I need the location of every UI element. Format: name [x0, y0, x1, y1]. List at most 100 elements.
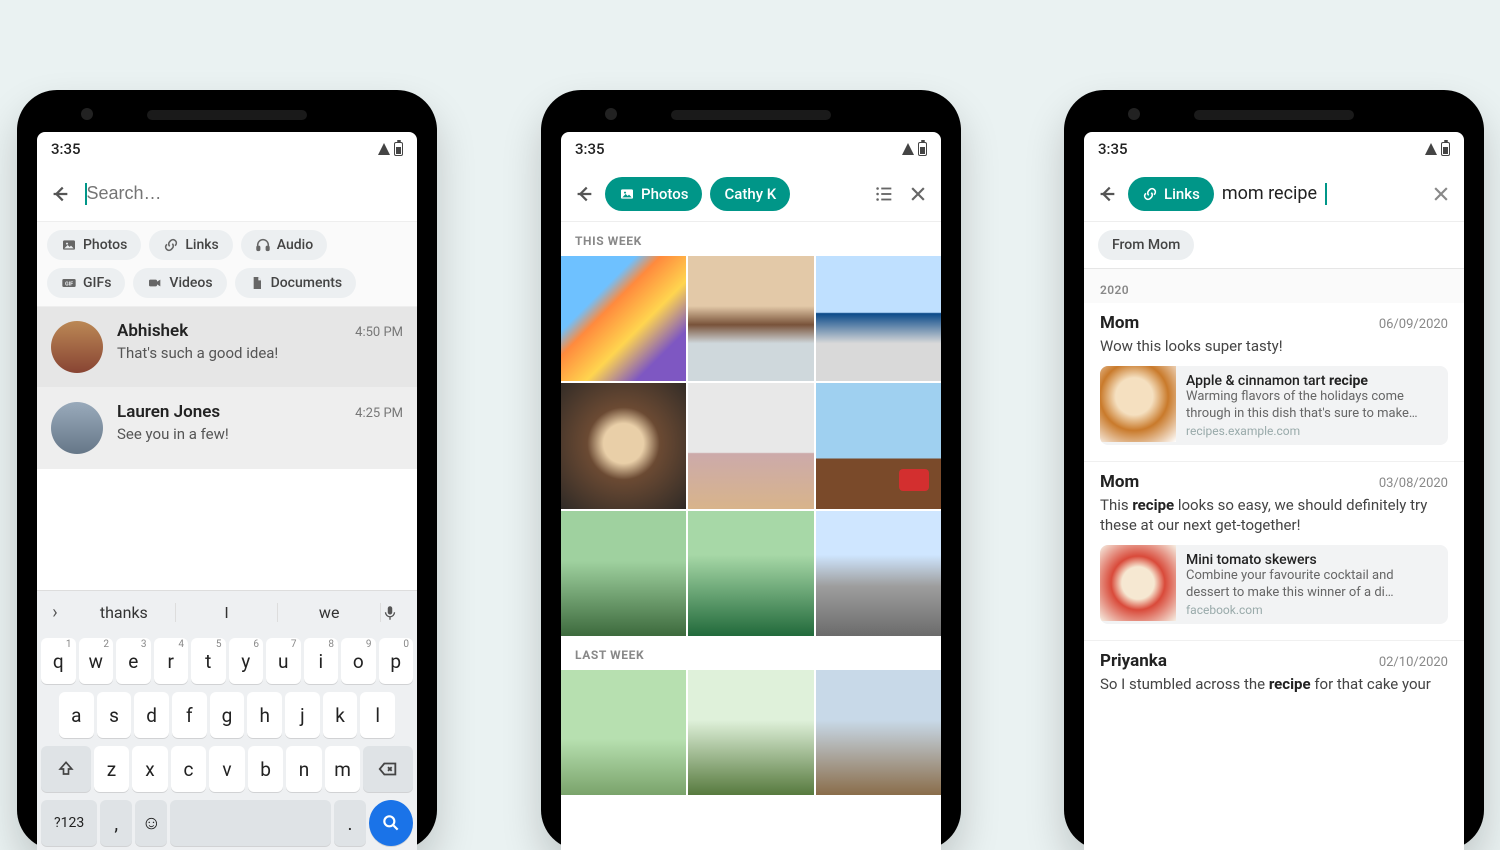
key-comma[interactable]: ,: [100, 800, 132, 846]
search-input[interactable]: [87, 183, 406, 204]
close-icon[interactable]: [905, 181, 931, 207]
key-y[interactable]: 6y: [229, 638, 264, 684]
key-m[interactable]: m: [325, 746, 361, 792]
key-search[interactable]: [369, 800, 413, 846]
battery-icon: [394, 142, 403, 156]
chat-preview: That's such a good idea!: [117, 344, 403, 362]
key-l[interactable]: l: [360, 692, 395, 738]
photo-thumbnail[interactable]: [561, 511, 686, 636]
photo-thumbnail[interactable]: [816, 670, 941, 795]
photo-thumbnail[interactable]: [688, 670, 813, 795]
key-s[interactable]: s: [97, 692, 132, 738]
key-o[interactable]: 9o: [341, 638, 376, 684]
mic-icon[interactable]: [381, 604, 417, 622]
pill-label: Photos: [641, 185, 688, 203]
chip-links[interactable]: Links: [149, 230, 232, 260]
key-b[interactable]: b: [248, 746, 284, 792]
key-period[interactable]: .: [334, 800, 366, 846]
photo-thumbnail[interactable]: [816, 383, 941, 508]
result-sender: Mom: [1100, 472, 1139, 492]
key-d[interactable]: d: [134, 692, 169, 738]
link-description: Combine your favourite cocktail and dess…: [1186, 568, 1438, 601]
chip-videos[interactable]: Videos: [133, 268, 226, 298]
key-space[interactable]: [170, 800, 331, 846]
pill-label: Cathy K: [724, 185, 776, 203]
chevron-right-icon[interactable]: ›: [37, 602, 73, 623]
result-message: So I stumbled across the recipe for that…: [1100, 674, 1448, 694]
signal-icon: [378, 143, 390, 155]
status-icons: [902, 142, 927, 156]
key-i[interactable]: 8i: [304, 638, 339, 684]
photo-thumbnail[interactable]: [561, 383, 686, 508]
key-g[interactable]: g: [210, 692, 245, 738]
photo-thumbnail[interactable]: [561, 670, 686, 795]
link-description: Warming flavors of the holidays come thr…: [1186, 389, 1438, 422]
key-q[interactable]: 1q: [41, 638, 76, 684]
active-filter-links[interactable]: Links: [1128, 177, 1214, 211]
back-arrow-icon[interactable]: [49, 183, 71, 205]
key-x[interactable]: x: [132, 746, 168, 792]
key-c[interactable]: c: [171, 746, 207, 792]
status-time: 3:35: [51, 140, 81, 158]
photo-thumbnail[interactable]: [816, 256, 941, 381]
chip-photos[interactable]: Photos: [47, 230, 141, 260]
photo-thumbnail[interactable]: [688, 256, 813, 381]
chip-gifs[interactable]: GIF GIFs: [47, 268, 125, 298]
search-input-wrapper[interactable]: [85, 183, 405, 205]
chip-documents[interactable]: Documents: [235, 268, 357, 298]
key-emoji[interactable]: ☺: [135, 800, 167, 846]
key-k[interactable]: k: [323, 692, 358, 738]
keyboard-row-2: a s d f g h j k l: [37, 688, 417, 742]
back-arrow-icon[interactable]: [571, 181, 597, 207]
suggestion[interactable]: I: [176, 603, 279, 622]
key-shift[interactable]: [41, 746, 91, 792]
active-filter-contact[interactable]: Cathy K: [710, 177, 790, 211]
key-backspace[interactable]: [363, 746, 413, 792]
key-u[interactable]: 7u: [266, 638, 301, 684]
active-filter-photos[interactable]: Photos: [605, 177, 702, 211]
status-time: 3:35: [1098, 140, 1128, 158]
headphones-icon: [255, 237, 271, 253]
chat-item[interactable]: Lauren Jones 4:25 PM See you in a few!: [37, 388, 417, 469]
key-symbols[interactable]: ?123: [41, 800, 97, 846]
key-v[interactable]: v: [209, 746, 245, 792]
key-w[interactable]: 2w: [79, 638, 114, 684]
key-p[interactable]: 0p: [379, 638, 414, 684]
key-z[interactable]: z: [94, 746, 130, 792]
result-message: Wow this looks super tasty!: [1100, 336, 1448, 356]
photo-thumbnail[interactable]: [816, 511, 941, 636]
key-n[interactable]: n: [286, 746, 322, 792]
key-t[interactable]: 5t: [191, 638, 226, 684]
status-icons: [1425, 142, 1450, 156]
photo-thumbnail[interactable]: [688, 383, 813, 508]
chat-name: Lauren Jones: [117, 402, 220, 422]
photo-thumbnail[interactable]: [561, 256, 686, 381]
chat-name: Abhishek: [117, 321, 188, 341]
link-preview-card[interactable]: Apple & cinnamon tart recipe Warming fla…: [1100, 366, 1448, 445]
back-arrow-icon[interactable]: [1094, 181, 1120, 207]
key-a[interactable]: a: [59, 692, 94, 738]
link-preview-card[interactable]: Mini tomato skewers Combine your favouri…: [1100, 545, 1448, 624]
key-r[interactable]: 4r: [154, 638, 189, 684]
chat-list: Abhishek 4:50 PM That's such a good idea…: [37, 307, 417, 469]
avatar: [51, 402, 103, 454]
search-result[interactable]: Mom 06/09/2020 Wow this looks super tast…: [1084, 303, 1464, 462]
key-f[interactable]: f: [172, 692, 207, 738]
chip-from-mom[interactable]: From Mom: [1098, 230, 1194, 260]
photo-icon: [61, 237, 77, 253]
chat-item[interactable]: Abhishek 4:50 PM That's such a good idea…: [37, 307, 417, 388]
search-result[interactable]: Priyanka 02/10/2020 So I stumbled across…: [1084, 641, 1464, 694]
status-bar: 3:35: [37, 132, 417, 166]
key-j[interactable]: j: [285, 692, 320, 738]
search-input[interactable]: mom recipe: [1222, 183, 1420, 205]
photo-grid-last-week: [561, 670, 941, 795]
list-view-icon[interactable]: [871, 181, 897, 207]
chip-audio[interactable]: Audio: [241, 230, 327, 260]
suggestion[interactable]: we: [278, 603, 381, 622]
close-icon[interactable]: [1428, 181, 1454, 207]
photo-thumbnail[interactable]: [688, 511, 813, 636]
search-result[interactable]: Mom 03/08/2020 This recipe looks so easy…: [1084, 462, 1464, 641]
key-h[interactable]: h: [247, 692, 282, 738]
suggestion[interactable]: thanks: [73, 603, 176, 622]
key-e[interactable]: 3e: [116, 638, 151, 684]
